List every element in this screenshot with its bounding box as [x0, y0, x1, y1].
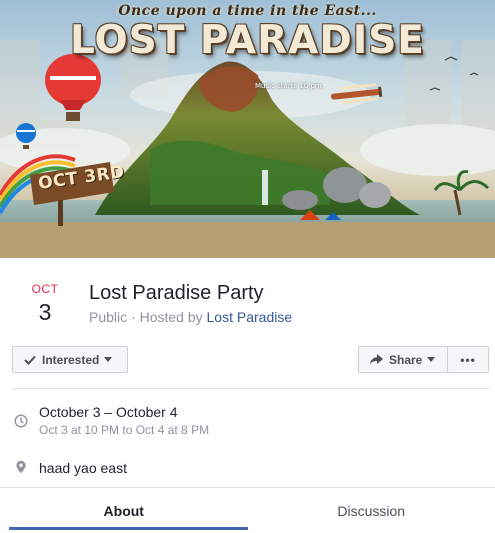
clock-icon: [14, 414, 28, 428]
event-when-time: Oct 3 at 10 PM to Oct 4 at 8 PM: [39, 423, 210, 437]
event-tabs: About Discussion: [0, 487, 495, 533]
event-privacy: Public: [89, 309, 128, 325]
event-when-date[interactable]: October 3 – October 4: [39, 404, 178, 420]
event-hosted-by-label: · Hosted by: [127, 309, 207, 325]
event-location[interactable]: haad yao east: [39, 460, 127, 476]
event-date-day: 3: [38, 299, 52, 325]
more-dots-icon: •••: [460, 352, 476, 367]
event-meta: Public · Hosted by Lost Paradise: [89, 309, 292, 325]
chevron-down-icon: [427, 357, 436, 362]
checkmark-icon: [24, 355, 36, 365]
section-divider: [12, 388, 489, 389]
event-title: Lost Paradise Party: [89, 282, 264, 304]
location-pin-icon: [14, 460, 28, 474]
cover-title: LOST PARADISE: [70, 18, 425, 63]
share-button[interactable]: Share: [358, 346, 448, 373]
tab-about[interactable]: About: [0, 488, 248, 533]
event-date-badge: OCT 3: [18, 282, 72, 326]
interested-button-label: Interested: [42, 352, 100, 367]
tab-discussion[interactable]: Discussion: [248, 488, 495, 533]
share-arrow-icon: [370, 354, 383, 365]
cover-music-note: Music starts 10 pm.: [255, 82, 324, 90]
hot-air-balloon-icon: [45, 54, 101, 121]
cover-tagline: Once upon a time in the East...: [118, 3, 377, 19]
event-host-link[interactable]: Lost Paradise: [207, 309, 293, 325]
more-options-button[interactable]: •••: [447, 346, 489, 373]
event-date-month: OCT: [31, 282, 59, 296]
share-button-label: Share: [389, 352, 423, 367]
event-cover-image[interactable]: Once upon a time in the East... LOST PAR…: [0, 0, 495, 258]
interested-button[interactable]: Interested: [12, 346, 128, 373]
chevron-down-icon: [104, 357, 113, 362]
